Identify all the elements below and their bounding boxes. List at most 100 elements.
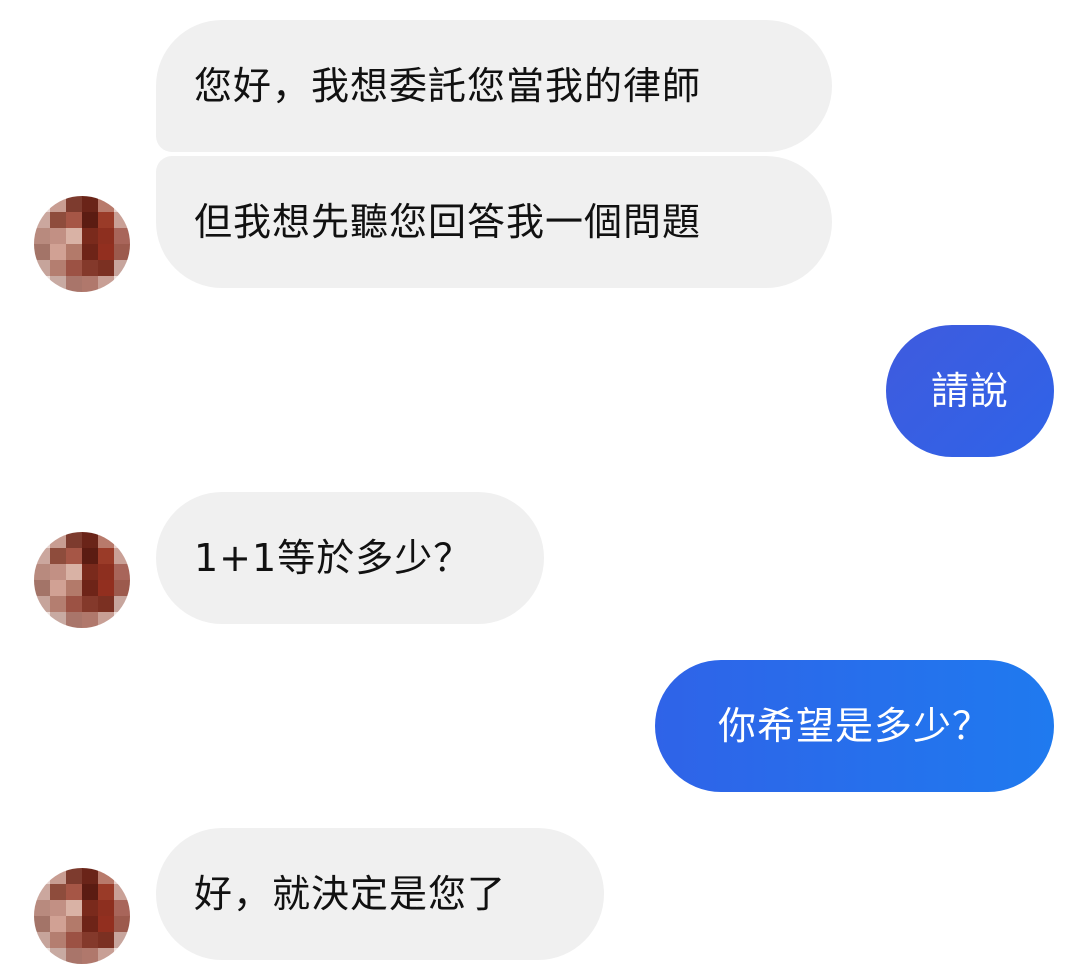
avatar-pixel: [98, 212, 114, 228]
incoming-message-bubble[interactable]: 但我想先聽您回答我一個問題: [156, 156, 832, 288]
avatar-pixel: [66, 932, 82, 948]
avatar-pixel: [50, 532, 66, 548]
message-text: 您好，我想委託您當我的律師: [194, 64, 702, 108]
avatar-pixel: [82, 228, 98, 244]
chat-thread: 您好，我想委託您當我的律師 但我想先聽您回答我一個問題 請說 1+1等於多少？ …: [0, 0, 1069, 970]
avatar-pixel: [114, 548, 130, 564]
avatar-pixel: [50, 884, 66, 900]
avatar-pixel: [98, 276, 114, 292]
avatar-pixel: [34, 868, 50, 884]
avatar-pixel: [114, 276, 130, 292]
avatar-pixel: [66, 900, 82, 916]
avatar-pixel: [82, 244, 98, 260]
avatar-pixel: [114, 212, 130, 228]
avatar-pixel: [114, 228, 130, 244]
avatar-pixel: [66, 612, 82, 628]
avatar-pixel: [66, 548, 82, 564]
avatar-pixel: [98, 612, 114, 628]
avatar-pixel: [82, 900, 98, 916]
incoming-message-bubble[interactable]: 您好，我想委託您當我的律師: [156, 20, 832, 152]
avatar-pixel: [114, 900, 130, 916]
avatar-pixel: [114, 260, 130, 276]
avatar-pixel: [114, 580, 130, 596]
avatar-pixel: [66, 276, 82, 292]
avatar-pixel: [34, 244, 50, 260]
contact-avatar[interactable]: [34, 868, 130, 964]
avatar-pixel: [34, 212, 50, 228]
avatar-pixel: [34, 260, 50, 276]
avatar-pixel: [98, 948, 114, 964]
avatar-pixel: [50, 244, 66, 260]
avatar-pixel: [98, 932, 114, 948]
avatar-pixel: [82, 196, 98, 212]
avatar-pixel: [82, 948, 98, 964]
avatar-pixel: [98, 228, 114, 244]
avatar-pixel: [82, 580, 98, 596]
avatar-pixel: [114, 532, 130, 548]
avatar-pixel: [98, 868, 114, 884]
message-text: 請說: [930, 369, 1009, 413]
avatar-pixel: [34, 580, 50, 596]
avatar-pixel: [98, 244, 114, 260]
message-text: 你希望是多少？: [717, 704, 991, 748]
avatar-pixel: [50, 900, 66, 916]
avatar-pixel: [34, 276, 50, 292]
contact-avatar[interactable]: [34, 532, 130, 628]
avatar-pixel: [66, 244, 82, 260]
avatar-pixel: [66, 532, 82, 548]
avatar-pixel: [34, 196, 50, 212]
avatar-pixel: [50, 868, 66, 884]
avatar-pixel: [34, 884, 50, 900]
avatar-pixel: [114, 868, 130, 884]
avatar-pixel: [34, 900, 50, 916]
avatar-pixel: [98, 260, 114, 276]
avatar-pixel: [34, 596, 50, 612]
avatar-pixel: [34, 612, 50, 628]
outgoing-message-bubble[interactable]: 你希望是多少？: [655, 660, 1054, 792]
avatar-pixel: [82, 916, 98, 932]
avatar-pixel: [114, 884, 130, 900]
incoming-message-bubble[interactable]: 1+1等於多少？: [156, 492, 544, 624]
avatar-pixel: [98, 596, 114, 612]
avatar-pixel: [66, 228, 82, 244]
avatar-pixel: [82, 932, 98, 948]
avatar-pixel: [98, 532, 114, 548]
avatar-pixel: [34, 916, 50, 932]
avatar-pixel: [114, 916, 130, 932]
avatar-pixel: [50, 196, 66, 212]
avatar-pixel: [50, 580, 66, 596]
avatar-pixel: [34, 564, 50, 580]
avatar-pixel: [82, 276, 98, 292]
avatar-pixel: [50, 276, 66, 292]
avatar-pixel: [50, 932, 66, 948]
avatar-pixel: [50, 564, 66, 580]
avatar-pixel: [82, 868, 98, 884]
avatar-pixel: [50, 948, 66, 964]
avatar-pixel: [66, 196, 82, 212]
avatar-pixel: [98, 196, 114, 212]
outgoing-message-bubble[interactable]: 請說: [886, 325, 1054, 457]
avatar-pixel: [34, 548, 50, 564]
avatar-pixel: [114, 596, 130, 612]
avatar-pixel: [50, 212, 66, 228]
avatar-pixel: [82, 260, 98, 276]
message-text: 1+1等於多少？: [194, 536, 473, 580]
avatar-pixel: [66, 884, 82, 900]
avatar-pixel: [34, 532, 50, 548]
avatar-pixel: [50, 260, 66, 276]
avatar-pixel: [82, 612, 98, 628]
contact-avatar[interactable]: [34, 196, 130, 292]
incoming-message-bubble[interactable]: 好，就決定是您了: [156, 828, 604, 960]
avatar-pixel: [34, 948, 50, 964]
avatar-pixel: [98, 548, 114, 564]
avatar-pixel: [34, 228, 50, 244]
avatar-pixel: [82, 212, 98, 228]
avatar-pixel: [82, 548, 98, 564]
avatar-pixel: [66, 916, 82, 932]
avatar-pixel: [50, 612, 66, 628]
avatar-pixel: [50, 548, 66, 564]
avatar-pixel: [98, 564, 114, 580]
avatar-pixel: [50, 596, 66, 612]
avatar-pixel: [82, 532, 98, 548]
avatar-pixel: [114, 244, 130, 260]
